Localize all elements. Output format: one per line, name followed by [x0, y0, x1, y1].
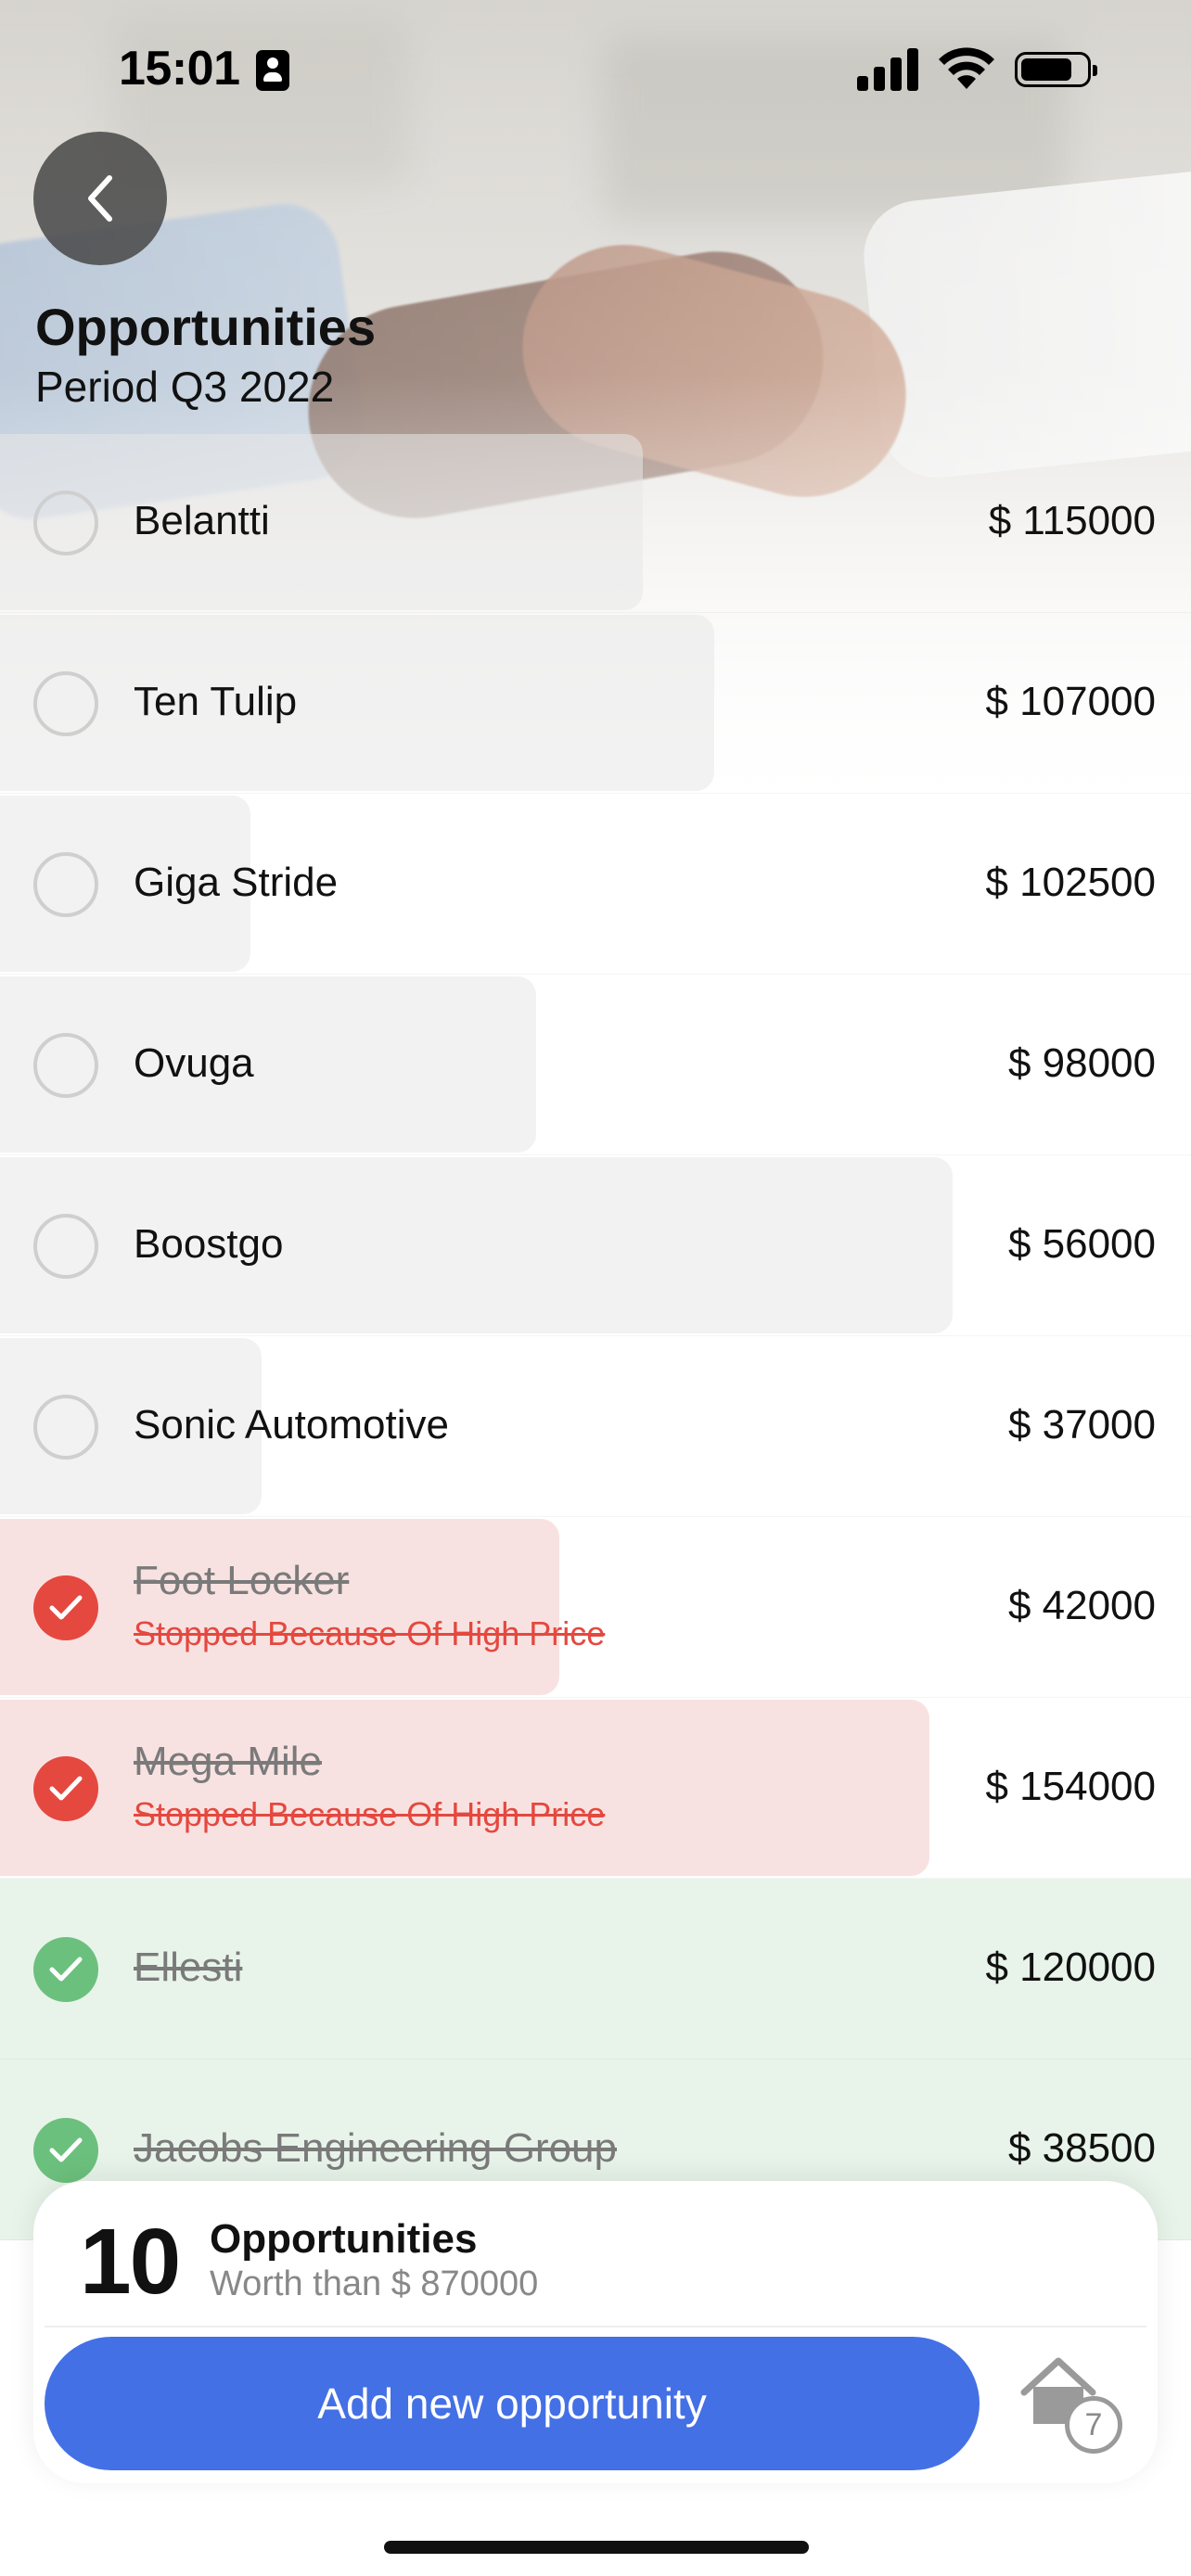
opportunity-amount: $ 102500: [985, 860, 1156, 905]
checkmark-icon: [49, 1595, 83, 1620]
opportunity-name: Belantti: [134, 498, 270, 543]
contact-card-icon: [256, 50, 289, 91]
opportunity-row[interactable]: Giga Stride $ 102500: [0, 794, 1191, 975]
loss-reason: Stopped Because Of High Price: [134, 1614, 606, 1652]
opportunity-name: Ovuga: [134, 1040, 254, 1086]
battery-icon: [1015, 52, 1097, 87]
opportunity-name: Sonic Automotive: [134, 1402, 449, 1447]
opportunity-name: Jacobs Engineering Group: [134, 2125, 617, 2171]
opportunity-progress-bar: [0, 615, 714, 791]
status-checkbox[interactable]: [33, 1937, 98, 2002]
period-subtitle: Period Q3 2022: [35, 363, 335, 411]
chevron-left-icon: [88, 175, 112, 222]
opportunity-row[interactable]: Belantti $ 115000: [0, 432, 1191, 613]
status-checkbox[interactable]: [33, 852, 98, 917]
status-checkbox[interactable]: [33, 1575, 98, 1640]
opportunity-amount: $ 154000: [985, 1764, 1156, 1809]
opportunity-amount: $ 120000: [985, 1945, 1156, 1990]
opportunity-list: Belantti $ 115000 Ten Tulip $ 107000 Giga St…: [0, 432, 1191, 2240]
total-worth: Worth than $ 870000: [210, 2264, 539, 2303]
status-checkbox[interactable]: [33, 1395, 98, 1460]
opportunity-row[interactable]: Ellesti $ 120000: [0, 1879, 1191, 2060]
add-opportunity-button[interactable]: Add new opportunity: [45, 2337, 980, 2470]
home-button[interactable]: 7: [1017, 2355, 1128, 2457]
checkmark-icon: [49, 1776, 83, 1801]
opportunity-amount: $ 37000: [1007, 1402, 1156, 1447]
cellular-signal-icon: [857, 46, 918, 91]
page-title: Opportunities: [35, 298, 377, 356]
divider: [45, 2326, 1146, 2327]
opportunity-amount: $ 107000: [985, 679, 1156, 724]
opportunity-row[interactable]: Foot Locker Stopped Because Of High Price…: [0, 1517, 1191, 1698]
opportunity-name: Boostgo: [134, 1221, 284, 1267]
status-checkbox[interactable]: [33, 671, 98, 736]
wifi-icon: [937, 45, 996, 91]
summary-card: 10 Opportunities Worth than $ 870000 Add…: [33, 2181, 1158, 2483]
checkmark-icon: [49, 1957, 83, 1982]
opportunity-amount: $ 42000: [1007, 1583, 1156, 1628]
opportunity-amount: $ 56000: [1007, 1221, 1156, 1267]
back-button[interactable]: [33, 132, 167, 265]
opportunity-amount: $ 98000: [1007, 1040, 1156, 1086]
status-time: 15:01: [119, 42, 240, 96]
status-checkbox[interactable]: [33, 1756, 98, 1821]
opportunity-name: Ten Tulip: [134, 679, 298, 724]
opportunity-name: Mega Mile: [134, 1739, 322, 1784]
opportunity-amount: $ 115000: [988, 498, 1156, 543]
opportunity-progress-bar: [0, 1700, 929, 1876]
status-checkbox[interactable]: [33, 1033, 98, 1098]
opportunity-name: Ellesti: [134, 1945, 243, 1990]
opportunity-row[interactable]: Ten Tulip $ 107000: [0, 613, 1191, 794]
loss-reason: Stopped Because Of High Price: [134, 1795, 606, 1833]
opportunity-row[interactable]: Boostgo $ 56000: [0, 1155, 1191, 1336]
opportunity-name: Giga Stride: [134, 860, 339, 905]
status-checkbox[interactable]: [33, 1214, 98, 1279]
opportunity-count: 10: [80, 2210, 181, 2314]
status-checkbox[interactable]: [33, 2118, 98, 2183]
home-badge: 7: [1065, 2396, 1122, 2454]
opportunity-name: Foot Locker: [134, 1558, 350, 1603]
opportunity-amount: $ 38500: [1007, 2125, 1156, 2171]
opportunity-row[interactable]: Sonic Automotive $ 37000: [0, 1336, 1191, 1517]
opportunity-count-label: Opportunities: [210, 2216, 478, 2262]
opportunity-row[interactable]: Ovuga $ 98000: [0, 975, 1191, 1155]
status-bar: 15:01: [0, 0, 1191, 139]
status-checkbox[interactable]: [33, 491, 98, 555]
opportunity-row[interactable]: Mega Mile Stopped Because Of High Price $ …: [0, 1698, 1191, 1879]
checkmark-icon: [49, 2137, 83, 2162]
home-indicator: [384, 2541, 809, 2554]
